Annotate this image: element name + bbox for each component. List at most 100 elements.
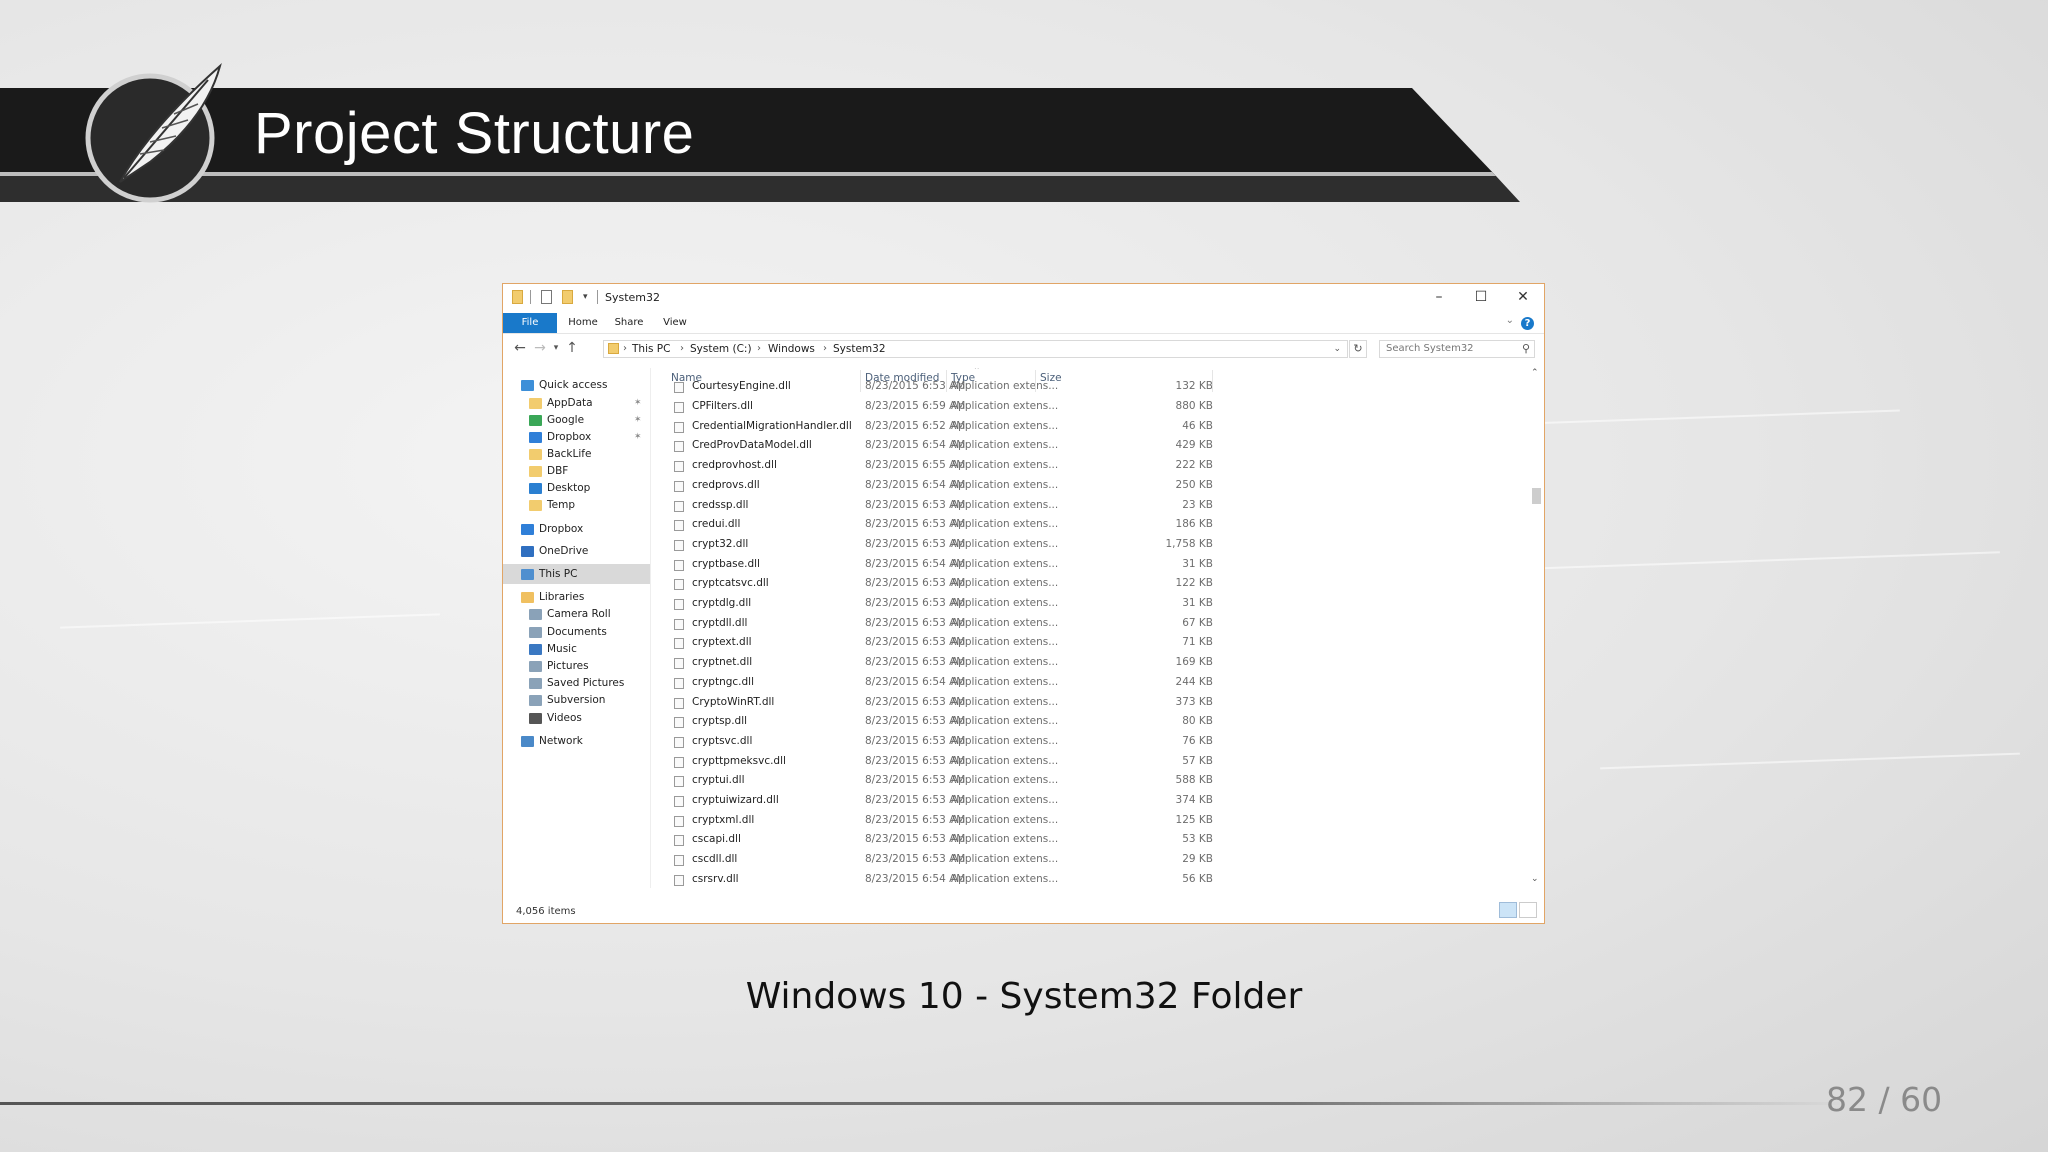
file-row[interactable]: cryptdlg.dll 8/23/2015 6:53 AM Application… bbox=[653, 594, 1213, 614]
up-arrow-icon[interactable]: ↑ bbox=[563, 340, 581, 356]
file-row[interactable]: cryptsvc.dll 8/23/2015 6:53 AM Application… bbox=[653, 732, 1213, 752]
nav-item-videos[interactable]: Videos bbox=[503, 708, 650, 728]
nav-item-dropbox[interactable]: Dropbox bbox=[503, 519, 650, 539]
close-button[interactable]: ✕ bbox=[1502, 287, 1544, 307]
file-row[interactable]: cryptcatsvc.dll 8/23/2015 6:53 AM Applicat… bbox=[653, 574, 1213, 594]
breadcrumb-this-pc[interactable]: This PC bbox=[632, 341, 670, 357]
expand-ribbon-icon[interactable]: ⌄ bbox=[1506, 315, 1514, 326]
file-row[interactable]: crypt32.dll 8/23/2015 6:53 AM Application … bbox=[653, 535, 1213, 555]
minimize-button[interactable]: – bbox=[1418, 287, 1460, 307]
breadcrumb-separator-icon: › bbox=[623, 343, 627, 354]
breadcrumb-windows[interactable]: Windows bbox=[768, 341, 815, 357]
title-banner bbox=[0, 88, 1520, 202]
documents-icon bbox=[529, 626, 542, 638]
file-row[interactable]: csrsrv.dll 8/23/2015 6:54 AM Application e… bbox=[653, 870, 1213, 890]
file-row[interactable]: cryptuiwizard.dll 8/23/2015 6:53 AM Applic… bbox=[653, 791, 1213, 811]
nav-item-temp[interactable]: Temp bbox=[503, 495, 650, 515]
file-size: 71 KB bbox=[1182, 636, 1213, 649]
properties-icon[interactable] bbox=[541, 290, 552, 304]
file-row[interactable]: cryptnet.dll 8/23/2015 6:53 AM Application… bbox=[653, 653, 1213, 673]
file-explorer-window: ▾ System32 – ☐ ✕ File Home Share View ⌄ … bbox=[502, 283, 1545, 924]
search-icon: ⚲ bbox=[1521, 342, 1530, 355]
address-bar[interactable]: › This PC › System (C:) › Windows › Syst… bbox=[603, 340, 1348, 358]
nav-item-onedrive[interactable]: OneDrive bbox=[503, 541, 650, 561]
nav-item-label: DBF bbox=[547, 465, 569, 477]
file-row[interactable]: credui.dll 8/23/2015 6:53 AM Application e… bbox=[653, 515, 1213, 535]
vertical-scrollbar[interactable]: ⌃ ⌄ bbox=[1529, 368, 1543, 890]
folder-icon bbox=[529, 499, 542, 511]
back-arrow-icon[interactable]: ← bbox=[511, 340, 529, 356]
file-name: CryptoWinRT.dll bbox=[692, 695, 775, 708]
file-row[interactable]: cscdll.dll 8/23/2015 6:53 AM Application e… bbox=[653, 850, 1213, 870]
customize-toolbar-icon[interactable]: ▾ bbox=[583, 290, 593, 304]
file-size: 80 KB bbox=[1182, 715, 1213, 728]
file-name: CourtesyEngine.dll bbox=[692, 380, 791, 392]
file-row[interactable]: credssp.dll 8/23/2015 6:53 AM Application … bbox=[653, 496, 1213, 516]
help-icon[interactable]: ? bbox=[1521, 317, 1534, 330]
dll-file-icon bbox=[674, 835, 684, 847]
nav-item-label: Quick access bbox=[539, 379, 608, 391]
dll-file-icon bbox=[674, 480, 684, 492]
file-row[interactable]: CryptoWinRT.dll 8/23/2015 6:53 AM Applicat… bbox=[653, 693, 1213, 713]
file-row[interactable]: cryptsp.dll 8/23/2015 6:53 AM Application … bbox=[653, 712, 1213, 732]
maximize-button[interactable]: ☐ bbox=[1460, 287, 1502, 307]
breadcrumb-system32[interactable]: System32 bbox=[833, 341, 886, 357]
file-row[interactable]: CredentialMigrationHandler.dll 8/23/2015 … bbox=[653, 417, 1213, 437]
file-size: 57 KB bbox=[1182, 754, 1213, 767]
column-divider[interactable] bbox=[1035, 370, 1036, 392]
file-name: cryptdlg.dll bbox=[692, 597, 752, 609]
file-size: 373 KB bbox=[1175, 695, 1213, 708]
nav-item-label: AppData bbox=[547, 397, 593, 409]
file-name: cryptsp.dll bbox=[692, 715, 748, 728]
column-divider[interactable] bbox=[946, 370, 947, 392]
file-row[interactable]: cryptext.dll 8/23/2015 6:53 AM Application… bbox=[653, 633, 1213, 653]
tab-view[interactable]: View bbox=[653, 313, 697, 333]
nav-item-network[interactable]: Network bbox=[503, 731, 650, 751]
file-row[interactable]: CredProvDataModel.dll 8/23/2015 6:54 AM Ap… bbox=[653, 436, 1213, 456]
nav-item-label: Pictures bbox=[547, 660, 589, 672]
details-view-icon[interactable] bbox=[1499, 902, 1517, 918]
nav-item-label: Dropbox bbox=[539, 523, 584, 535]
file-size: 53 KB bbox=[1182, 833, 1213, 846]
dll-file-icon bbox=[674, 599, 684, 610]
file-size: 122 KB bbox=[1175, 577, 1213, 590]
scrollbar-thumb[interactable] bbox=[1532, 488, 1541, 504]
scroll-up-icon[interactable]: ⌃ bbox=[1531, 368, 1539, 378]
nav-item-quick-access[interactable]: Quick access bbox=[503, 375, 650, 395]
new-folder-icon[interactable] bbox=[562, 290, 573, 304]
column-divider[interactable] bbox=[1212, 370, 1213, 392]
folder-icon[interactable] bbox=[512, 290, 523, 304]
dll-file-icon bbox=[674, 500, 684, 512]
nav-item-subversion[interactable]: Subversion bbox=[503, 690, 650, 710]
column-divider[interactable] bbox=[860, 370, 861, 392]
nav-item-camera-roll[interactable]: Camera Roll bbox=[503, 604, 650, 624]
tab-file[interactable]: File bbox=[503, 313, 557, 333]
file-row[interactable]: cryptbase.dll 8/23/2015 6:54 AM Applicatio… bbox=[653, 555, 1213, 575]
breadcrumb-system-c[interactable]: System (C:) bbox=[690, 341, 752, 357]
nav-item-this-pc[interactable]: This PC bbox=[503, 564, 650, 584]
pictures-icon bbox=[529, 660, 542, 672]
file-row[interactable]: CourtesyEngine.dll 8/23/2015 6:53 AM Appli… bbox=[653, 377, 1213, 397]
file-type: Application extens... bbox=[951, 774, 1059, 787]
scroll-down-icon[interactable]: ⌄ bbox=[1531, 874, 1539, 884]
google-drive-icon bbox=[529, 414, 542, 426]
file-row[interactable]: cryptxml.dll 8/23/2015 6:53 AM Application… bbox=[653, 811, 1213, 831]
file-row[interactable]: crypttpmeksvc.dll 8/23/2015 6:53 AM Applic… bbox=[653, 752, 1213, 772]
file-row[interactable]: cryptdll.dll 8/23/2015 6:53 AM Application… bbox=[653, 614, 1213, 634]
tab-home[interactable]: Home bbox=[561, 313, 605, 333]
address-dropdown-icon[interactable]: ⌄ bbox=[1333, 341, 1341, 357]
library-folder-icon bbox=[529, 694, 542, 706]
file-row[interactable]: cryptngc.dll 8/23/2015 6:54 AM Application… bbox=[653, 673, 1213, 693]
file-row[interactable]: cryptui.dll 8/23/2015 6:53 AM Application … bbox=[653, 771, 1213, 791]
file-row[interactable]: credprovs.dll 8/23/2015 6:54 AM Applicatio… bbox=[653, 476, 1213, 496]
file-row[interactable]: credprovhost.dll 8/23/2015 6:55 AM Applica… bbox=[653, 456, 1213, 476]
search-input[interactable]: Search System32 ⚲ bbox=[1379, 340, 1535, 358]
tab-share[interactable]: Share bbox=[605, 313, 653, 333]
file-type: Application extens... bbox=[951, 675, 1059, 688]
file-row[interactable]: cscapi.dll 8/23/2015 6:53 AM Application e… bbox=[653, 830, 1213, 850]
refresh-icon[interactable]: ↻ bbox=[1349, 340, 1367, 358]
nav-item-label: Desktop bbox=[547, 482, 591, 494]
large-icons-view-icon[interactable] bbox=[1519, 902, 1537, 918]
nav-item-label: Network bbox=[539, 735, 583, 747]
file-row[interactable]: CPFilters.dll 8/23/2015 6:59 AM Applicatio… bbox=[653, 397, 1213, 417]
